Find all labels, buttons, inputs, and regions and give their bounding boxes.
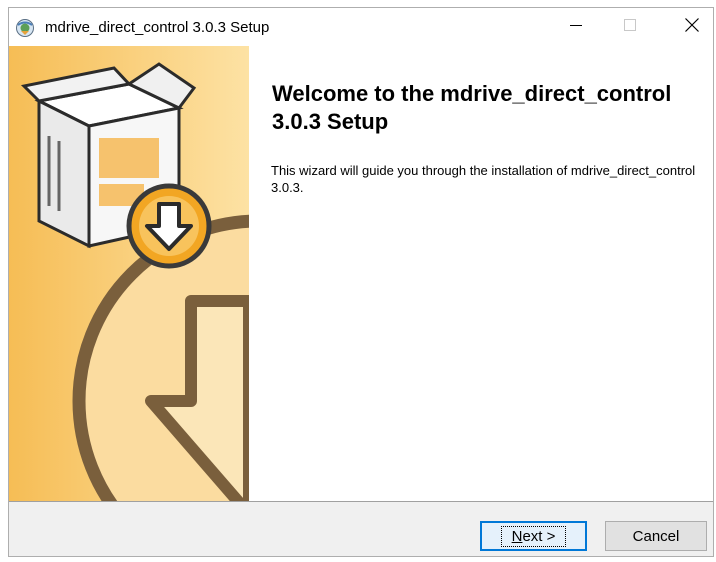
small-download-badge-icon: [126, 183, 212, 269]
next-label-rest: ext >: [522, 527, 556, 545]
cancel-button[interactable]: Cancel: [605, 521, 707, 551]
next-accelerator-key: N: [511, 527, 523, 545]
cancel-button-label: Cancel: [632, 527, 680, 545]
window-title: mdrive_direct_control 3.0.3 Setup: [45, 19, 270, 36]
installer-app-icon: [15, 18, 35, 38]
close-icon: [685, 17, 699, 37]
setup-window: mdrive_direct_control 3.0.3 Setup Welcom…: [8, 7, 714, 557]
welcome-heading: Welcome to the mdrive_direct_control 3.0…: [272, 81, 672, 134]
welcome-description: This wizard will guide you through the i…: [271, 163, 696, 195]
welcome-content: Welcome to the mdrive_direct_control 3.0…: [249, 46, 713, 501]
next-button-label: Next >: [500, 525, 567, 547]
maximize-button[interactable]: [607, 8, 653, 46]
close-button[interactable]: [669, 8, 713, 46]
minimize-button[interactable]: [553, 8, 599, 46]
maximize-icon: [624, 18, 636, 36]
minimize-icon: [570, 18, 582, 36]
title-bar[interactable]: mdrive_direct_control 3.0.3 Setup: [9, 8, 713, 46]
wizard-footer: Next > Cancel: [9, 501, 713, 556]
wizard-side-banner: [9, 46, 249, 501]
next-button[interactable]: Next >: [480, 521, 587, 551]
